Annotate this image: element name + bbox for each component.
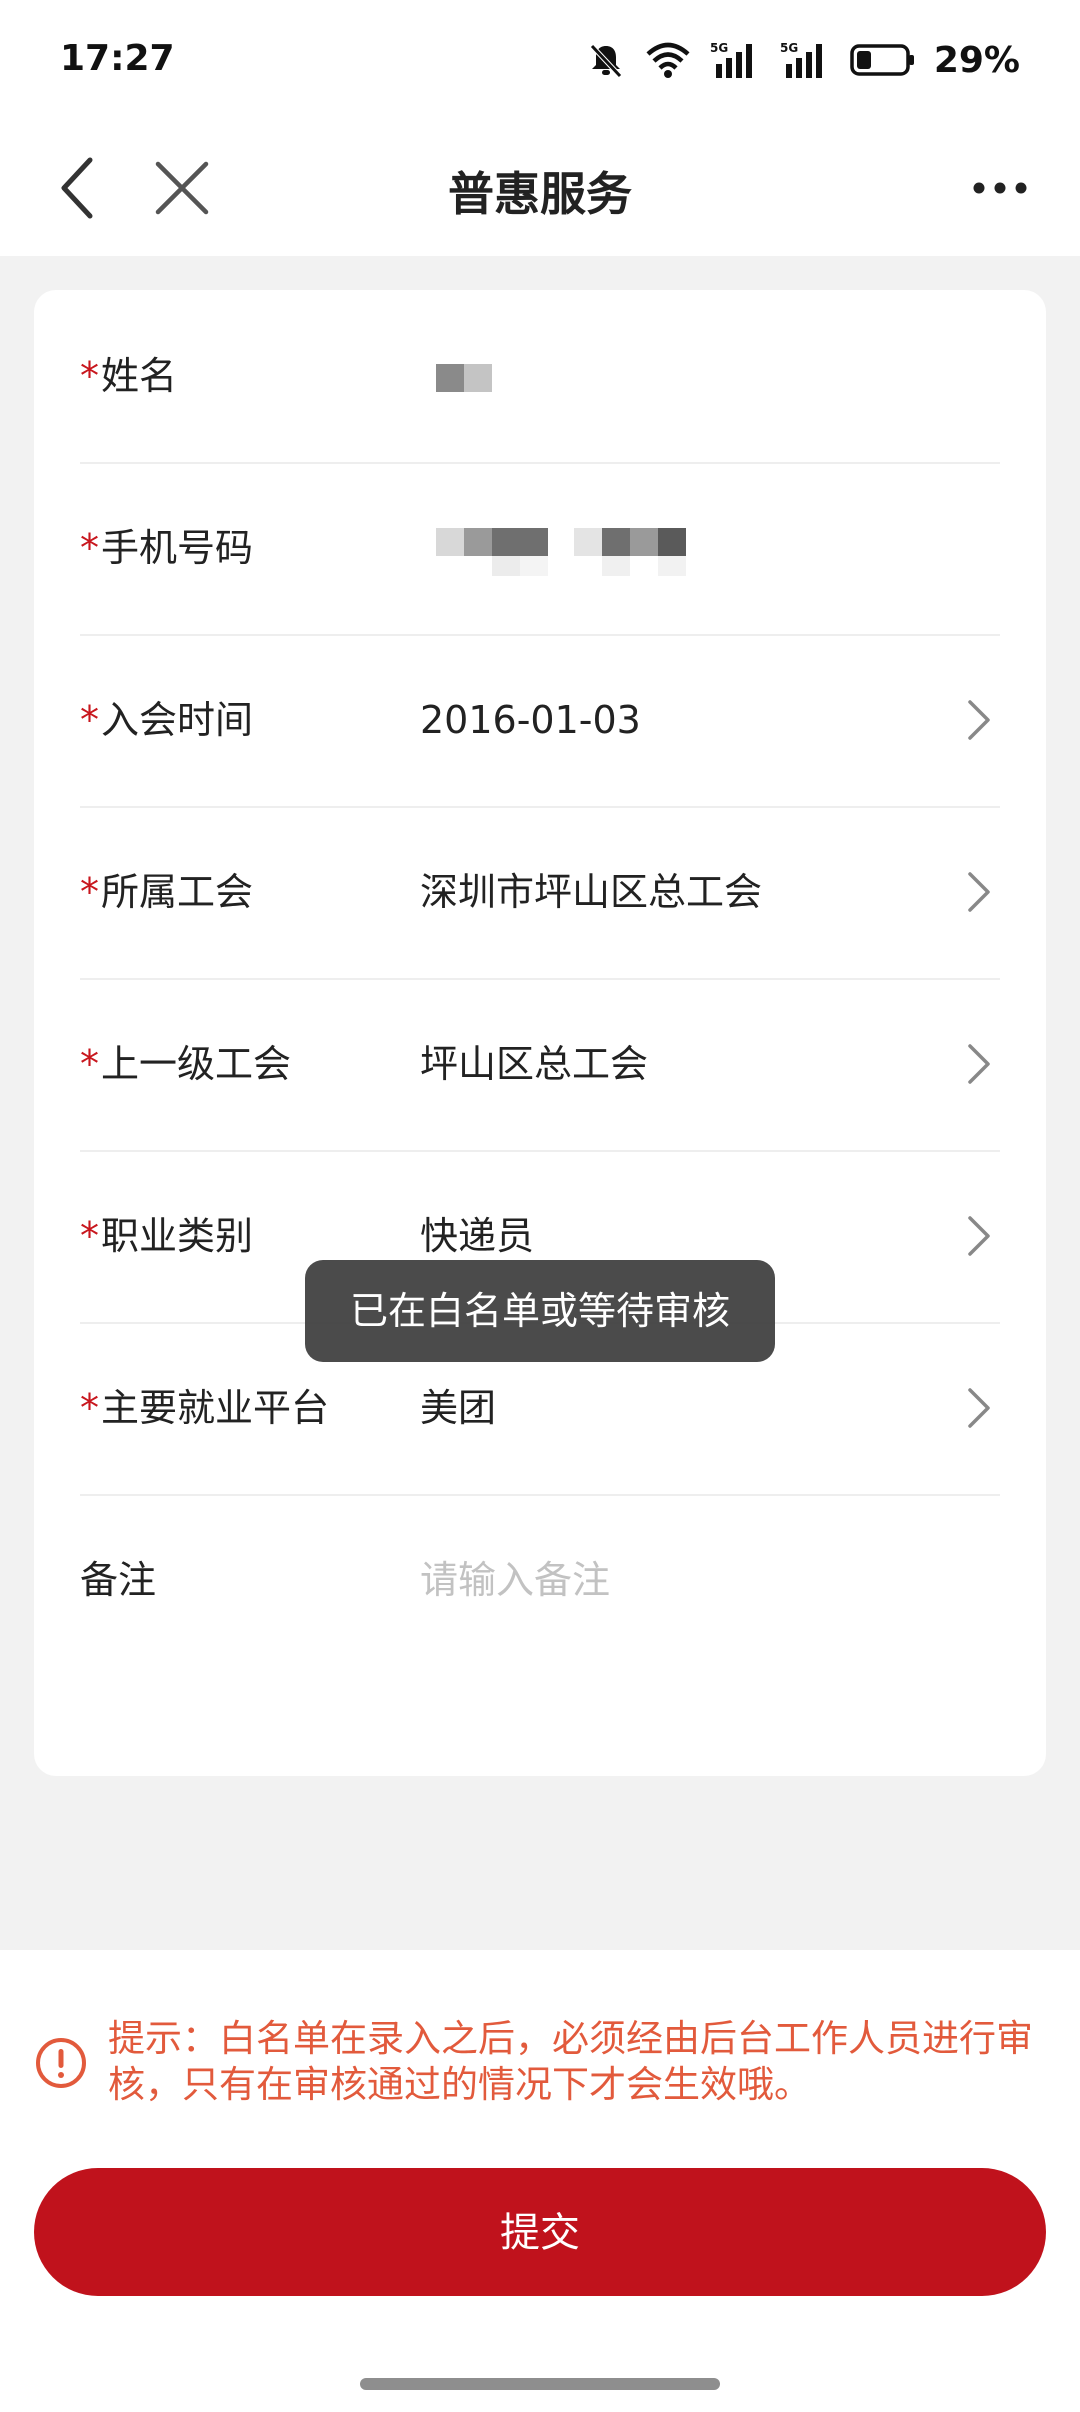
submit-button[interactable]: 提交 xyxy=(34,2168,1046,2296)
form-row-name[interactable]: *姓名 xyxy=(80,290,1000,464)
chevron-right-icon xyxy=(968,700,990,740)
nav-bar: 普惠服务 xyxy=(0,120,1080,256)
row-label-text: 上一级工会 xyxy=(101,1042,292,1086)
form-row-union[interactable]: *所属工会 深圳市坪山区总工会 xyxy=(80,806,1000,980)
masked-phone-value xyxy=(436,528,686,588)
row-label-text: 姓名 xyxy=(101,354,178,398)
required-mark: * xyxy=(80,1386,99,1430)
row-label-text: 主要就业平台 xyxy=(101,1386,330,1430)
bell-muted-icon xyxy=(586,40,626,80)
parent-union-value: 坪山区总工会 xyxy=(420,1042,649,1086)
svg-text:5G: 5G xyxy=(780,41,798,55)
bottom-area: 提示：白名单在录入之后，必须经由后台工作人员进行审核，只有在审核通过的情况下才会… xyxy=(0,1950,1080,2412)
form-card: *姓名 *手机号码 *入会时间 2016-01-03 *所属工会 深圳市坪山区总… xyxy=(34,290,1046,1776)
wifi-icon xyxy=(644,40,692,80)
required-mark: * xyxy=(80,870,99,914)
union-value: 深圳市坪山区总工会 xyxy=(420,870,763,914)
form-row-phone[interactable]: *手机号码 xyxy=(80,462,1000,636)
svg-text:5G: 5G xyxy=(710,41,728,55)
row-label: *上一级工会 xyxy=(80,978,291,1150)
form-row-parent-union[interactable]: *上一级工会 坪山区总工会 xyxy=(80,978,1000,1152)
row-label-text: 职业类别 xyxy=(101,1214,254,1258)
required-mark: * xyxy=(80,1042,99,1086)
row-label: *所属工会 xyxy=(80,806,253,978)
required-mark: * xyxy=(80,526,99,570)
row-label-text: 手机号码 xyxy=(101,526,254,570)
alert-circle-icon xyxy=(34,2036,88,2090)
form-row-remarks: 备注 请输入备注 xyxy=(80,1494,1000,1666)
row-label-text: 备注 xyxy=(80,1558,157,1602)
battery-icon xyxy=(850,42,916,78)
signal-5g-icon: 5G xyxy=(710,40,762,80)
toast-message: 已在白名单或等待审核 xyxy=(305,1260,775,1362)
required-mark: * xyxy=(80,698,99,742)
masked-name-value xyxy=(436,364,492,396)
battery-percent: 29% xyxy=(933,39,1020,81)
required-mark: * xyxy=(80,354,99,398)
row-label-text: 所属工会 xyxy=(101,870,254,914)
row-label: *手机号码 xyxy=(80,462,253,634)
chevron-right-icon xyxy=(968,1388,990,1428)
row-label: *姓名 xyxy=(80,290,177,462)
chevron-right-icon xyxy=(968,1044,990,1084)
signal-5g-icon: 5G xyxy=(780,40,832,80)
chevron-right-icon xyxy=(968,1216,990,1256)
row-label: *主要就业平台 xyxy=(80,1322,329,1494)
status-bar: 17:27 5G 5G 29% xyxy=(0,0,1080,120)
remarks-input[interactable]: 请输入备注 xyxy=(420,1494,610,1666)
more-dots-icon[interactable] xyxy=(970,170,1030,206)
row-label: *入会时间 xyxy=(80,634,253,806)
page-title: 普惠服务 xyxy=(448,167,632,221)
home-indicator[interactable] xyxy=(360,2378,720,2390)
status-icons: 5G 5G 29% xyxy=(586,36,1020,84)
row-label-text: 入会时间 xyxy=(101,698,254,742)
hint-text: 提示：白名单在录入之后，必须经由后台工作人员进行审核，只有在审核通过的情况下才会… xyxy=(108,2017,1033,2106)
chevron-right-icon xyxy=(968,872,990,912)
row-label: 备注 xyxy=(80,1494,156,1666)
status-time: 17:27 xyxy=(60,38,175,79)
row-label: *职业类别 xyxy=(80,1150,253,1322)
required-mark: * xyxy=(80,1214,99,1258)
join-date-value: 2016-01-03 xyxy=(420,698,641,742)
form-row-join-date[interactable]: *入会时间 2016-01-03 xyxy=(80,634,1000,808)
